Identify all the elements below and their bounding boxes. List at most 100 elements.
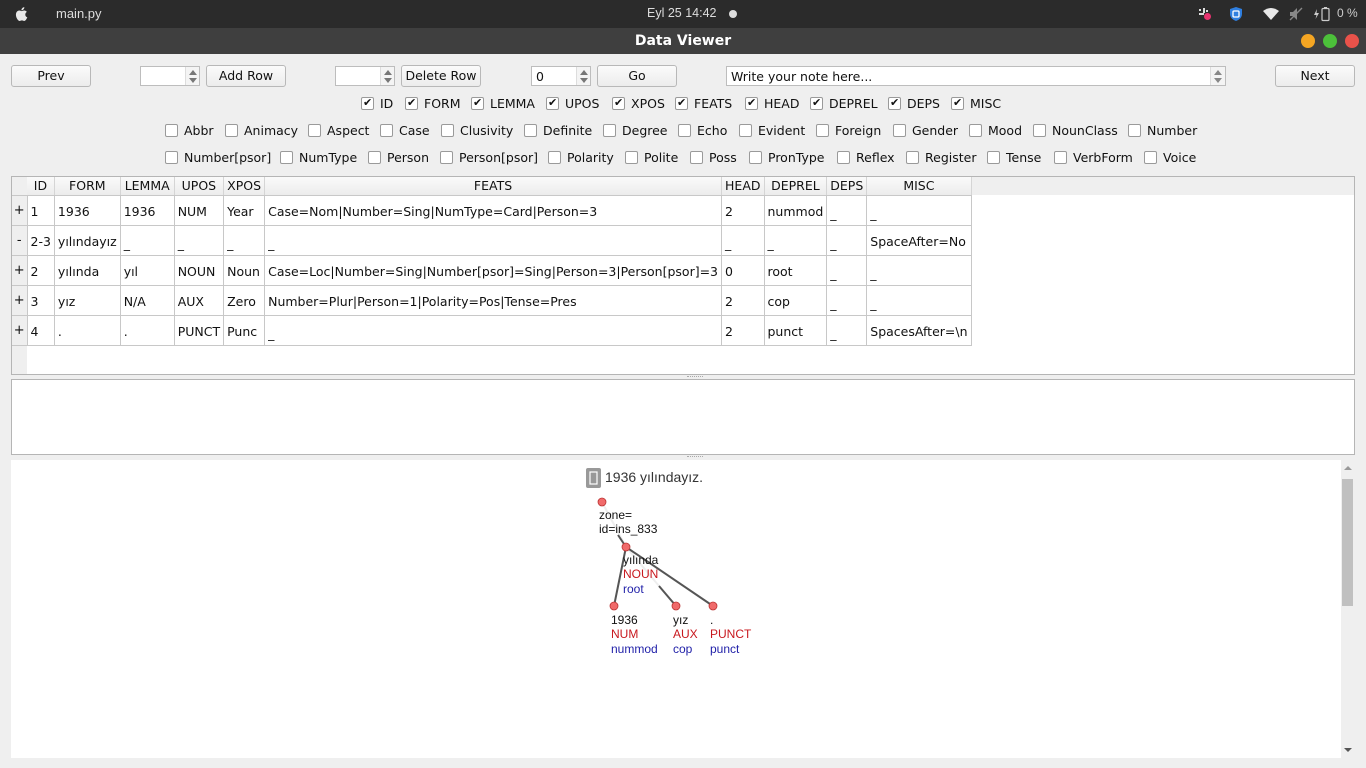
checkbox[interactable] — [749, 151, 762, 164]
toggle-feature-person-psor[interactable]: Person[psor] — [440, 150, 538, 166]
cell-id[interactable]: 2 — [26, 254, 55, 286]
delete-row-index-spinbox[interactable] — [335, 66, 395, 86]
toggle-feature-degree[interactable]: Degree — [603, 123, 668, 139]
column-header-head[interactable]: HEAD — [721, 177, 765, 196]
toggle-feature-echo[interactable]: Echo — [678, 123, 727, 139]
cell-lemma[interactable]: 1936 — [119, 194, 175, 226]
note-scroll-arrows[interactable] — [1210, 67, 1225, 85]
checkbox[interactable] — [906, 151, 919, 164]
toggle-column-feats[interactable]: FEATS — [675, 95, 732, 112]
checkbox[interactable] — [1144, 151, 1157, 164]
cell-deprel[interactable]: punct — [763, 314, 828, 346]
maximize-button[interactable] — [1323, 34, 1337, 48]
cell-feats[interactable]: _ — [264, 224, 723, 256]
minimize-button[interactable] — [1301, 34, 1315, 48]
checkbox[interactable] — [678, 124, 691, 137]
toggle-feature-number[interactable]: Number — [1128, 123, 1197, 139]
add-row-index-spinbox[interactable] — [140, 66, 200, 86]
toggle-column-deps[interactable]: DEPS — [888, 95, 940, 112]
row-expand-toggle[interactable]: + — [12, 314, 28, 346]
toggle-feature-number-psor[interactable]: Number[psor] — [165, 150, 271, 166]
checkbox[interactable] — [165, 124, 178, 137]
column-header-xpos[interactable]: XPOS — [223, 177, 266, 196]
cell-head[interactable]: 0 — [721, 254, 765, 286]
scroll-down-arrow-icon[interactable] — [1344, 748, 1352, 752]
scroll-up-arrow-icon[interactable] — [1344, 466, 1352, 470]
cell-misc[interactable]: _ — [866, 254, 972, 286]
checkbox[interactable] — [440, 151, 453, 164]
spin-down-icon[interactable] — [580, 78, 588, 83]
checkbox[interactable] — [471, 95, 484, 111]
cell-form[interactable]: yılında — [53, 254, 121, 286]
checkbox[interactable] — [308, 124, 321, 137]
checkbox[interactable] — [739, 124, 752, 137]
checkbox[interactable] — [690, 151, 703, 164]
toggle-feature-mood[interactable]: Mood — [969, 123, 1022, 139]
cell-upos[interactable]: NUM — [173, 194, 225, 226]
scrollbar-thumb[interactable] — [1342, 479, 1353, 606]
cell-deprel[interactable]: _ — [763, 224, 828, 256]
cell-id[interactable]: 3 — [26, 284, 55, 316]
cell-misc[interactable]: SpacesAfter=\n — [866, 314, 972, 346]
cell-id[interactable]: 1 — [26, 194, 55, 226]
cell-head[interactable]: 2 — [721, 284, 765, 316]
note-input[interactable]: Write your note here... — [726, 66, 1226, 86]
toggle-column-id[interactable]: ID — [361, 95, 393, 112]
cell-form[interactable]: yız — [53, 284, 121, 316]
checkbox[interactable] — [165, 151, 178, 164]
cell-lemma[interactable]: N/A — [119, 284, 175, 316]
cell-id[interactable]: 4 — [26, 314, 55, 346]
sentence-text-area[interactable] — [11, 379, 1355, 455]
checkbox[interactable] — [225, 124, 238, 137]
checkbox[interactable] — [893, 124, 906, 137]
checkbox[interactable] — [987, 151, 1000, 164]
toggle-feature-evident[interactable]: Evident — [739, 123, 805, 139]
toggle-column-xpos[interactable]: XPOS — [612, 95, 665, 112]
toggle-feature-aspect[interactable]: Aspect — [308, 123, 369, 139]
go-to-index-spinbox[interactable]: 0 — [531, 66, 591, 86]
toggle-column-upos[interactable]: UPOS — [546, 95, 599, 112]
toggle-feature-tense[interactable]: Tense — [987, 150, 1041, 166]
scroll-up-icon[interactable] — [1214, 70, 1222, 75]
toggle-column-deprel[interactable]: DEPREL — [810, 95, 878, 112]
checkbox[interactable] — [1128, 124, 1141, 137]
checkbox[interactable] — [1033, 124, 1046, 137]
toggle-feature-register[interactable]: Register — [906, 150, 976, 166]
cell-form[interactable]: yılındayız — [53, 224, 121, 256]
column-header-deprel[interactable]: DEPREL — [764, 177, 828, 196]
scroll-down-icon[interactable] — [1214, 78, 1222, 83]
cell-xpos[interactable]: Punc — [223, 314, 266, 346]
column-header-id[interactable]: ID — [27, 177, 55, 196]
column-header-deps[interactable]: DEPS — [826, 177, 868, 196]
cell-lemma[interactable]: _ — [119, 224, 175, 256]
toggle-column-head[interactable]: HEAD — [745, 95, 799, 112]
active-app-name[interactable]: main.py — [56, 6, 102, 21]
toggle-feature-nounclass[interactable]: NounClass — [1033, 123, 1118, 139]
cell-deps[interactable]: _ — [826, 224, 868, 256]
cell-xpos[interactable]: Noun — [223, 254, 266, 286]
toggle-feature-polite[interactable]: Polite — [625, 150, 678, 166]
checkbox[interactable] — [625, 151, 638, 164]
vpn-shield-icon[interactable] — [1228, 6, 1244, 22]
window-title-bar[interactable]: Data Viewer — [0, 28, 1366, 54]
toggle-feature-animacy[interactable]: Animacy — [225, 123, 298, 139]
toggle-column-misc[interactable]: MISC — [951, 95, 1001, 112]
go-button[interactable]: Go — [597, 65, 677, 87]
toggle-feature-definite[interactable]: Definite — [524, 123, 592, 139]
tree-node-period[interactable] — [708, 601, 718, 611]
battery-charging-icon[interactable] — [1313, 6, 1333, 22]
cell-feats[interactable]: Case=Nom|Number=Sing|NumType=Card|Person… — [264, 194, 723, 226]
cell-deprel[interactable]: nummod — [763, 194, 828, 226]
cell-deps[interactable]: _ — [826, 314, 868, 346]
apple-icon[interactable] — [13, 5, 31, 23]
spinbox-arrows[interactable] — [380, 67, 394, 85]
spinbox-arrows[interactable] — [185, 67, 199, 85]
checkbox[interactable] — [837, 151, 850, 164]
tree-vertical-scrollbar[interactable] — [1341, 460, 1355, 758]
cell-head[interactable]: _ — [721, 224, 765, 256]
spin-down-icon[interactable] — [384, 78, 392, 83]
toggle-feature-reflex[interactable]: Reflex — [837, 150, 895, 166]
toggle-feature-gender[interactable]: Gender — [893, 123, 958, 139]
add-row-button[interactable]: Add Row — [206, 65, 286, 87]
checkbox[interactable] — [675, 95, 688, 111]
